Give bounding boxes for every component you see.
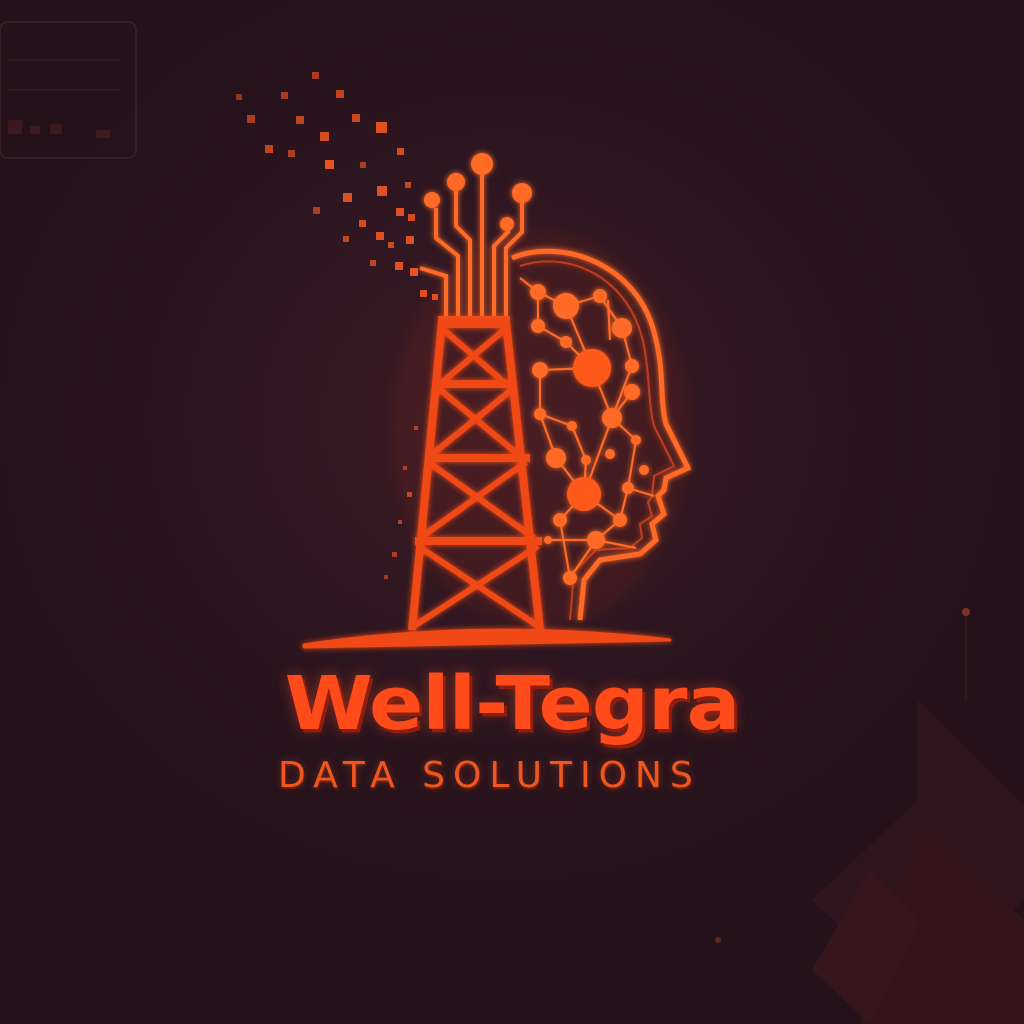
logo-artwork [0, 21, 1024, 1024]
brand-subtitle: DATA SOLUTIONS [278, 755, 701, 796]
logo-canvas: Well-Tegra DATA SOLUTIONS [0, 0, 1024, 1024]
background-panel-decoration [0, 21, 137, 159]
brand-title: Well-Tegra [284, 660, 741, 747]
